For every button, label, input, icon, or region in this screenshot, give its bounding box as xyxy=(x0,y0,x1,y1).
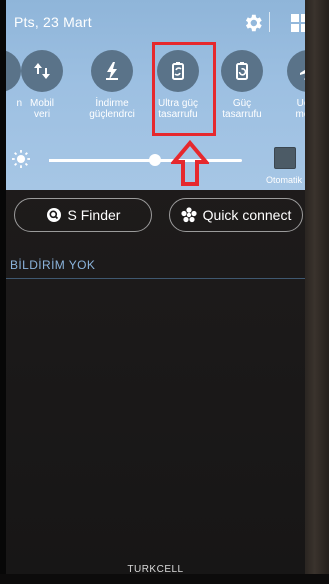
auto-brightness-checkbox[interactable] xyxy=(274,147,296,169)
toggle-label: İndirme güçlendrci xyxy=(89,98,135,120)
download-booster-icon xyxy=(91,50,133,92)
quick-connect-label: Quick connect xyxy=(202,207,292,223)
auto-brightness-label: Otomatik xyxy=(265,175,302,185)
quick-connect-button[interactable]: Quick connect xyxy=(169,198,303,232)
notification-shade: Pts, 23 Mart n Mobil veri İndirme güçlen… xyxy=(6,0,305,574)
grid-view-icon[interactable] xyxy=(291,14,305,32)
brightness-slider[interactable] xyxy=(49,154,242,166)
toggle-mobile-data[interactable]: Mobil veri xyxy=(12,50,72,120)
highlight-box xyxy=(152,42,216,136)
brightness-slider-thumb[interactable] xyxy=(149,154,162,166)
notifications-divider xyxy=(6,278,305,279)
carrier-label: TURKCELL xyxy=(127,564,184,574)
device-bezel-right xyxy=(305,0,329,584)
no-notifications-heading: BİLDİRİM YOK xyxy=(10,258,96,272)
quick-connect-icon xyxy=(181,207,197,223)
search-icon xyxy=(46,208,61,222)
power-saving-icon xyxy=(221,50,263,92)
device-bezel-bottom xyxy=(0,574,329,584)
toggle-label: Güç tasarrufu xyxy=(222,98,262,120)
toggle-power-saving[interactable]: Güç tasarrufu xyxy=(212,50,272,120)
status-date: Pts, 23 Mart xyxy=(14,14,92,30)
brightness-icon xyxy=(12,150,30,168)
toggle-airplane-mode[interactable]: Uçuşmodu xyxy=(278,50,305,120)
header-divider xyxy=(269,12,270,32)
mobile-data-icon xyxy=(21,50,63,92)
toggle-label: Uçuşmodu xyxy=(295,98,305,120)
gear-icon[interactable] xyxy=(242,12,264,34)
s-finder-button[interactable]: S Finder xyxy=(14,198,152,232)
toggle-label: Mobil veri xyxy=(30,98,54,120)
brightness-slider-fill xyxy=(49,159,156,162)
airplane-icon xyxy=(287,50,305,92)
up-arrow-annotation-icon xyxy=(171,140,209,186)
s-finder-label: S Finder xyxy=(67,207,121,223)
toggle-download-booster[interactable]: İndirme güçlendrci xyxy=(82,50,142,120)
